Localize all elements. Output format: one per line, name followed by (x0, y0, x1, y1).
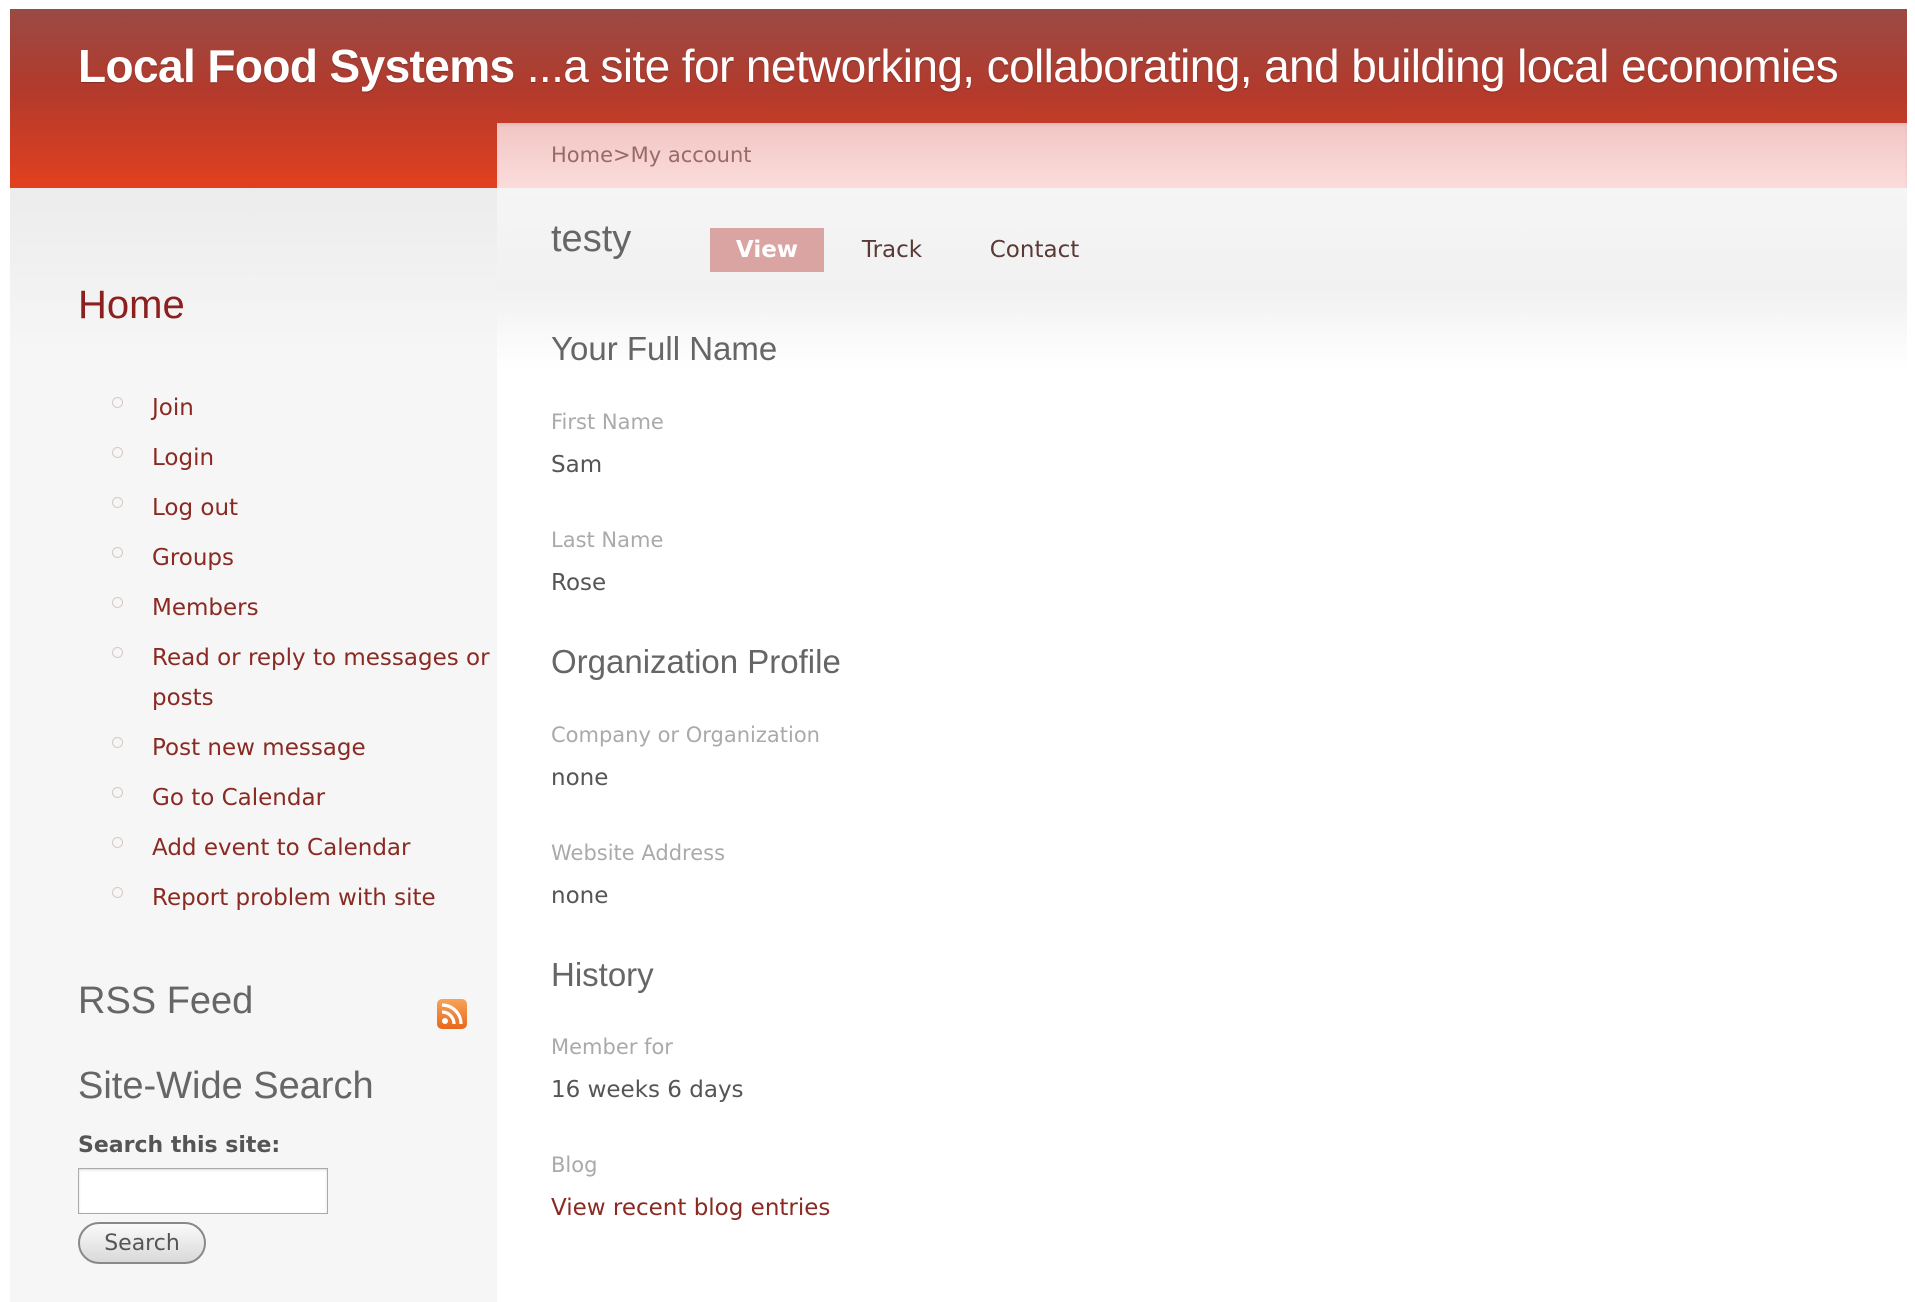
sidebar-item-label: Groups (152, 545, 235, 571)
rss-feed-title: RSS Feed (78, 980, 254, 1022)
sidebar-item-label: Login (152, 445, 215, 471)
tab-contact[interactable]: Contact (962, 228, 1107, 272)
bullet-icon (112, 497, 123, 508)
bullet-icon (112, 837, 123, 848)
last-name-value: Rose (551, 570, 607, 596)
bullet-icon (112, 737, 123, 748)
site-name-link[interactable]: Local Food Systems (78, 40, 515, 92)
search-button[interactable]: Search (78, 1222, 206, 1264)
bullet-icon (112, 547, 123, 558)
section-title-organization: Organization Profile (551, 643, 841, 680)
sidebar-item-label: Join (152, 395, 194, 421)
bullet-icon (112, 597, 123, 608)
sidebar-menu: Join Login Log out Groups Members Read o… (110, 388, 490, 928)
search-input[interactable] (78, 1168, 328, 1214)
tab-track[interactable]: Track (837, 228, 947, 272)
sidebar-item-join[interactable]: Join (110, 388, 490, 428)
sidebar-item-label: Post new message (152, 735, 366, 761)
sidebar-home-title[interactable]: Home (78, 283, 185, 328)
sidebar-item-groups[interactable]: Groups (110, 538, 490, 578)
company-value: none (551, 765, 609, 791)
sidebar-item-report-problem[interactable]: Report problem with site (110, 878, 490, 918)
recent-blog-entries-link[interactable]: View recent blog entries (551, 1195, 830, 1221)
site-title: Local Food Systems ...a site for network… (78, 39, 1839, 93)
sidebar-item-calendar[interactable]: Go to Calendar (110, 778, 490, 818)
website-value: none (551, 883, 609, 909)
sidebar-item-post-message[interactable]: Post new message (110, 728, 490, 768)
bullet-icon (112, 447, 123, 458)
main-content: testy View Track Contact Your Full Name … (497, 188, 1907, 1302)
sidebar: Home Join Login Log out Groups Members R… (10, 188, 497, 1302)
tab-view[interactable]: View (710, 228, 824, 272)
breadcrumb[interactable]: Home>My account (551, 143, 752, 167)
user-header: testy View Track Contact (497, 188, 1907, 290)
sidebar-item-add-event[interactable]: Add event to Calendar (110, 828, 490, 868)
site-slogan: ...a site for networking, collaborating,… (514, 40, 1839, 92)
member-for-label: Member for (551, 1035, 673, 1059)
sidebar-item-messages[interactable]: Read or reply to messages or posts (110, 638, 490, 718)
sidebar-item-members[interactable]: Members (110, 588, 490, 628)
bullet-icon (112, 397, 123, 408)
first-name-label: First Name (551, 410, 664, 434)
sidebar-item-label: Read or reply to messages or posts (152, 645, 490, 711)
website-label: Website Address (551, 841, 726, 865)
bullet-icon (112, 787, 123, 798)
site-search-title: Site-Wide Search (78, 1065, 374, 1107)
sidebar-item-logout[interactable]: Log out (110, 488, 490, 528)
section-title-full-name: Your Full Name (551, 330, 778, 367)
sidebar-item-label: Go to Calendar (152, 785, 326, 811)
sidebar-item-login[interactable]: Login (110, 438, 490, 478)
search-label: Search this site: (78, 1133, 281, 1158)
blog-label: Blog (551, 1153, 598, 1177)
breadcrumb-bar: Home>My account (497, 123, 1907, 188)
first-name-value: Sam (551, 452, 603, 478)
member-for-value: 16 weeks 6 days (551, 1077, 744, 1103)
company-label: Company or Organization (551, 723, 820, 747)
last-name-label: Last Name (551, 528, 664, 552)
sidebar-item-label: Add event to Calendar (152, 835, 411, 861)
sidebar-item-label: Log out (152, 495, 239, 521)
sidebar-item-label: Members (152, 595, 259, 621)
sidebar-item-label: Report problem with site (152, 885, 436, 911)
bullet-icon (112, 647, 123, 658)
page-title: testy (551, 218, 632, 260)
page-frame: Local Food Systems ...a site for network… (10, 9, 1907, 1302)
bullet-icon (112, 887, 123, 898)
rss-feed-icon[interactable] (437, 999, 467, 1029)
section-title-history: History (551, 956, 654, 993)
